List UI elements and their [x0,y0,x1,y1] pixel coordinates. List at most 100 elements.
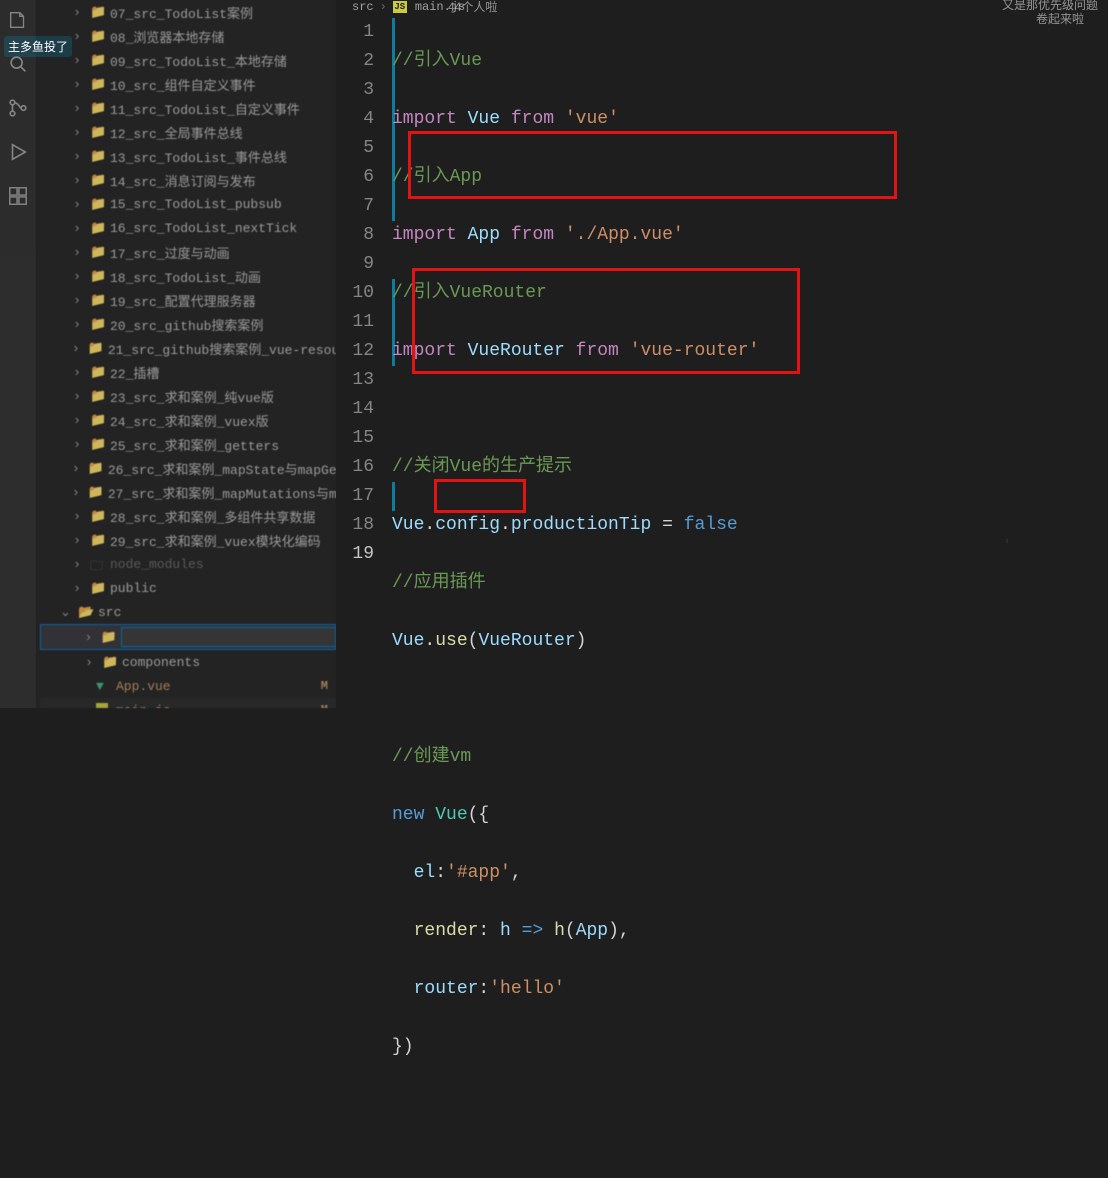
tree-folder[interactable]: ›📁23_src_求和案例_纯vue版 [40,384,336,408]
tree-label: 26_src_求和案例_mapState与mapGett... [108,459,336,478]
overlay-count-caption: 44个人啦 [448,0,497,15]
folder-icon: 📁 [101,630,115,644]
tree-label: 16_src_TodoList_nextTick [110,221,297,236]
folder-icon: 📁 [90,533,104,547]
tree-file-main-js[interactable]: main.js M [40,698,336,708]
overlay-topright-2: 卷起来啦 [1036,10,1084,27]
tree-label: 09_src_TodoList_本地存储 [110,51,287,70]
minimap[interactable] [1038,14,1108,1178]
tree-file-app-vue[interactable]: ▼ App.vue M [40,674,336,698]
tree-folder[interactable]: ›📁15_src_TodoList_pubsub [40,192,336,216]
tree-folder[interactable]: ›📁27_src_求和案例_mapMutations与ma... [40,480,336,504]
tree-folder[interactable]: ›📁25_src_求和案例_getters [40,432,336,456]
tree-folder-components[interactable]: ›📁components [40,650,336,674]
tree-folder[interactable]: ›📁18_src_TodoList_动画 [40,264,336,288]
tree-label: 27_src_求和案例_mapMutations与ma... [108,483,336,502]
tree-label: 28_src_求和案例_多组件共享数据 [110,507,315,526]
tree-label: 21_src_github搜索案例_vue-resource [108,339,336,358]
folder-icon: 📁 [90,269,104,283]
run-debug-icon[interactable] [6,140,30,164]
folder-icon: 📁 [88,461,102,475]
tree-folder-node-modules[interactable]: ›🗀node_modules [40,552,336,576]
chevron-right-icon: › [380,0,387,14]
code-editor[interactable]: 1 2 3 4 5 6 7 8 9 10 11 12 13 14 15 16 1… [336,14,1108,1178]
tree-folder[interactable]: ›📁21_src_github搜索案例_vue-resource [40,336,336,360]
tree-label: 24_src_求和案例_vuex版 [110,411,269,430]
tree-folder[interactable]: ›📁29_src_求和案例_vuex模块化编码 [40,528,336,552]
folder-icon: 📁 [90,77,104,91]
tree-folder[interactable]: ›📁24_src_求和案例_vuex版 [40,408,336,432]
vue-file-icon: ▼ [96,679,110,693]
tree-folder[interactable]: ›📁20_src_github搜索案例 [40,312,336,336]
tree-label: 19_src_配置代理服务器 [110,291,256,310]
tree-folder-public[interactable]: ›📁public [40,576,336,600]
text-cursor-icon [1006,530,1008,552]
tree-folder[interactable]: ›📁14_src_消息订阅与发布 [40,168,336,192]
folder-icon: 📁 [90,365,104,379]
tree-new-folder-row: ›📁 [40,624,336,650]
tree-label: 20_src_github搜索案例 [110,315,263,334]
breadcrumb-folder[interactable]: src [352,0,374,14]
overlay-left-badge: 主多鱼投了 [4,36,72,57]
tree-folder[interactable]: ›📁16_src_TodoList_nextTick [40,216,336,240]
tree-label: 13_src_TodoList_事件总线 [110,147,287,166]
tree-folder[interactable]: ›📁09_src_TodoList_本地存储 [40,48,336,72]
folder-icon: 📁 [90,125,104,139]
folder-icon: 📁 [90,317,104,331]
code-content[interactable]: //引入Vue import Vue from 'vue' //引入App im… [392,14,759,1178]
git-modified-badge: M [321,679,328,693]
source-control-icon[interactable] [6,96,30,120]
tree-label: 17_src_过度与动画 [110,243,230,262]
folder-icon: 📁 [90,53,104,67]
tree-label: 15_src_TodoList_pubsub [110,197,282,212]
folder-icon: 📁 [90,293,104,307]
editor-area: src › JS main.js 1 2 3 4 5 6 7 8 9 10 11… [336,0,1108,708]
tree-label: App.vue [116,679,171,694]
tree-folder-src[interactable]: ⌄📂src [40,600,336,624]
folder-icon: 📁 [88,341,102,355]
folder-icon: 📁 [90,5,104,19]
tree-label: src [98,605,121,620]
tree-folder[interactable]: ›📁28_src_求和案例_多组件共享数据 [40,504,336,528]
tree-label: 12_src_全局事件总线 [110,123,243,142]
tree-folder[interactable]: ›📁10_src_组件自定义事件 [40,72,336,96]
tree-label: 23_src_求和案例_纯vue版 [110,387,274,406]
tree-folder[interactable]: ›📁12_src_全局事件总线 [40,120,336,144]
tree-folder[interactable]: ›📁11_src_TodoList_自定义事件 [40,96,336,120]
folder-icon: 📁 [90,29,104,43]
tree-folder[interactable]: ›📁13_src_TodoList_事件总线 [40,144,336,168]
folder-icon: 📁 [90,197,104,211]
new-folder-input[interactable] [121,627,336,647]
explorer-icon[interactable] [6,8,30,32]
tree-label: node_modules [110,557,204,572]
folder-icon: 📁 [90,389,104,403]
tree-label: public [110,581,157,596]
file-tree: ›📁07_src_TodoList案例 ›📁08_浏览器本地存储 ›📁09_sr… [36,0,336,708]
tree-label: 18_src_TodoList_动画 [110,267,261,286]
tree-folder[interactable]: ›📁22_插槽 [40,360,336,384]
tree-folder[interactable]: ›📁07_src_TodoList案例 [40,0,336,24]
git-modified-badge: M [321,703,328,708]
tree-folder[interactable]: ›📁26_src_求和案例_mapState与mapGett... [40,456,336,480]
folder-open-icon: 📂 [78,605,92,619]
line-number-gutter: 1 2 3 4 5 6 7 8 9 10 11 12 13 14 15 16 1… [336,14,392,1178]
tree-label: 11_src_TodoList_自定义事件 [110,99,300,118]
js-file-icon: JS [393,1,407,13]
explorer-sidebar: ›📁07_src_TodoList案例 ›📁08_浏览器本地存储 ›📁09_sr… [36,0,336,708]
tree-folder[interactable]: ›📁17_src_过度与动画 [40,240,336,264]
tree-label: main.js [116,703,171,709]
tree-label: 25_src_求和案例_getters [110,435,279,454]
folder-icon: 📁 [90,437,104,451]
tree-folder[interactable]: ›📁19_src_配置代理服务器 [40,288,336,312]
folder-icon: 📁 [90,245,104,259]
folder-icon: 📁 [102,655,116,669]
folder-icon: 🗀 [90,557,104,571]
tree-label: 10_src_组件自定义事件 [110,75,256,94]
tree-folder[interactable]: ›📁08_浏览器本地存储 [40,24,336,48]
tree-label: 14_src_消息订阅与发布 [110,171,256,190]
tree-label: 07_src_TodoList案例 [110,3,253,22]
folder-icon: 📁 [90,149,104,163]
js-file-icon [96,703,110,708]
extensions-icon[interactable] [6,184,30,208]
folder-icon: 📁 [90,413,104,427]
